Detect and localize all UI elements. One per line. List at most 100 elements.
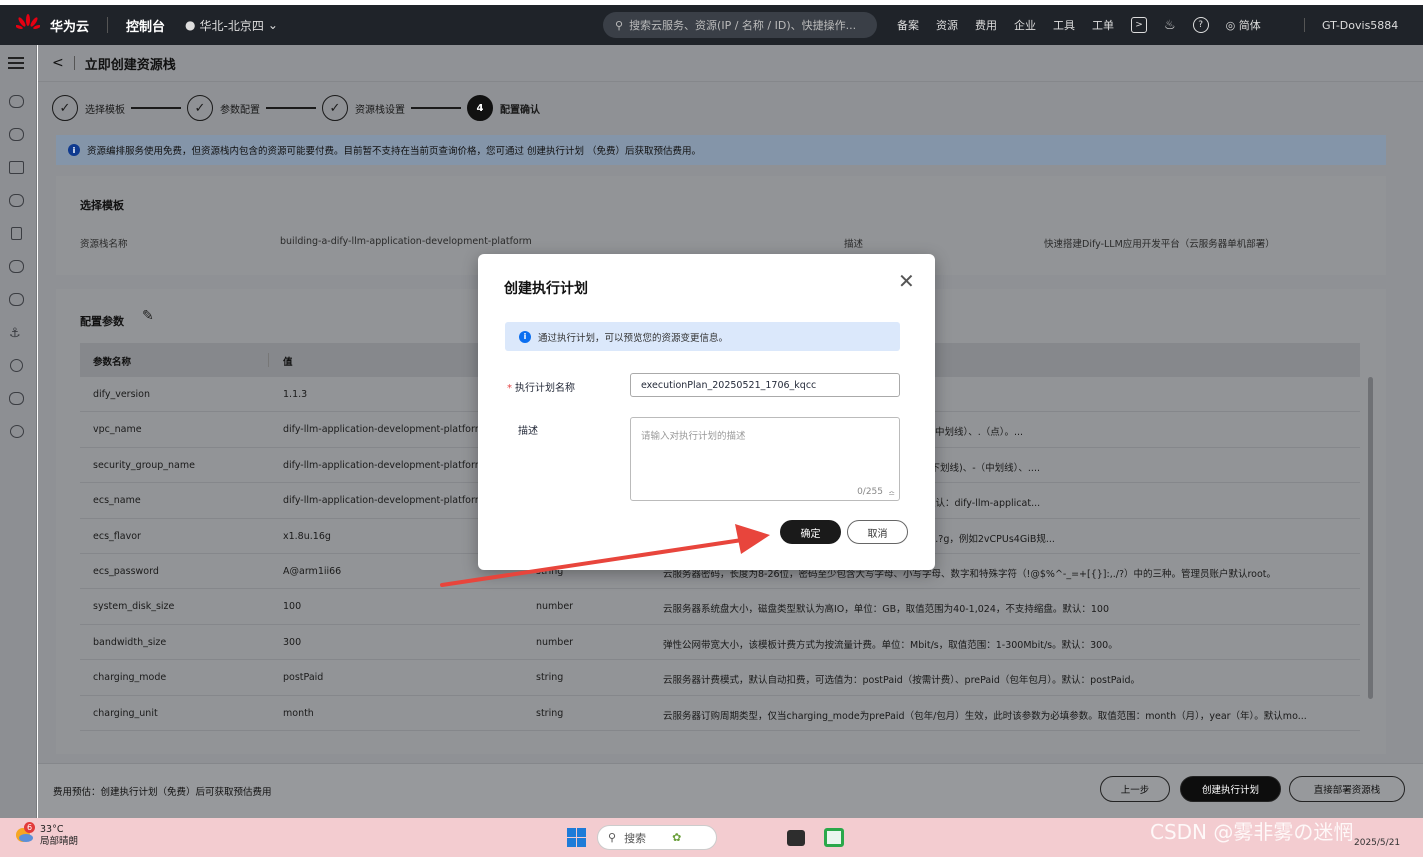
param-name-cell: charging_unit: [93, 707, 158, 719]
remote-desktop-icon[interactable]: [824, 828, 844, 847]
plan-name-label-text: 执行计划名称: [515, 383, 575, 394]
cdn-icon[interactable]: [9, 293, 24, 306]
windows-start-icon[interactable]: [567, 828, 586, 847]
param-type-cell: string: [536, 707, 564, 719]
cost-estimate-text: 费用预估：创建执行计划（免费）后可获取预估费用: [53, 787, 272, 798]
nav-enterprise[interactable]: 企业: [1014, 17, 1036, 33]
cancel-button[interactable]: 取消: [847, 520, 908, 544]
param-desc-cell: 弹性公网带宽大小，该模板计费方式为按流量计费。单位：Mbit/s，取值范围：1-…: [663, 639, 1118, 651]
param-value-cell: postPaid: [283, 672, 324, 684]
step-4-number: 4: [467, 95, 493, 121]
back-icon[interactable]: <: [52, 55, 64, 71]
divider: [73, 56, 75, 70]
ip-icon[interactable]: [10, 359, 23, 372]
menu-icon[interactable]: [8, 57, 24, 59]
plan-description-textarea[interactable]: 请输入对执行计划的描述 0/255 ≏: [630, 417, 900, 501]
table-row: charging_unit month string 云服务器订购周期类型，仅当cha…: [80, 696, 1360, 731]
resize-handle-icon[interactable]: ≏: [888, 489, 895, 498]
search-placeholder: 搜索云服务、资源(IP / 名称 / ID)、快捷操作...: [629, 19, 857, 32]
create-plan-dialog: 创建执行计划 ✕ i 通过执行计划，可以预览您的资源变更信息。 * 执行计划名称 …: [478, 254, 935, 570]
param-name-cell: ecs_flavor: [93, 530, 141, 542]
nav-tickets[interactable]: 工单: [1092, 17, 1114, 33]
search-icon: ⚲: [615, 18, 624, 32]
divider: [107, 17, 109, 33]
network-icon[interactable]: [9, 161, 24, 174]
cloud-service-icon[interactable]: [9, 95, 24, 108]
huawei-logo-icon[interactable]: [15, 14, 41, 36]
prev-step-button[interactable]: 上一步: [1100, 776, 1170, 802]
plan-name-label: * 执行计划名称: [507, 379, 575, 394]
param-name-cell: ecs_name: [93, 495, 141, 507]
param-type-cell: string: [536, 672, 564, 684]
nav-resources[interactable]: 资源: [936, 17, 958, 33]
search-icon: ⚲: [608, 831, 617, 844]
create-plan-button[interactable]: 创建执行计划: [1180, 776, 1281, 802]
table-row: charging_mode postPaid string 云服务器计费模式，默认自动…: [80, 660, 1360, 696]
globe-icon[interactable]: [10, 425, 24, 438]
step-1-check-icon: ✓: [52, 95, 78, 121]
nav-billing[interactable]: 费用: [975, 17, 997, 33]
search-highlight-icon: ✿: [672, 831, 682, 844]
description-value: 快速搭建Dify-LLM应用开发平台（云服务器单机部署）: [1044, 239, 1275, 250]
step-2-check-icon: ✓: [187, 95, 213, 121]
param-name-cell: vpc_name: [93, 424, 142, 436]
param-value-cell: month: [283, 707, 314, 719]
console-link[interactable]: 控制台: [126, 16, 165, 35]
bell-icon[interactable]: ♨: [1164, 18, 1176, 33]
task-view-icon[interactable]: [787, 830, 805, 846]
terminal-icon[interactable]: >: [1131, 17, 1147, 33]
param-name-cell: security_group_name: [93, 459, 195, 471]
deploy-stack-button[interactable]: 直接部署资源栈: [1289, 776, 1405, 802]
param-value-cell: 1.1.3: [283, 389, 308, 400]
anchor-icon[interactable]: ⚓: [9, 326, 24, 341]
weather-widget[interactable]: 33°C 局部晴朗: [40, 824, 78, 848]
edit-icon[interactable]: ✎: [142, 308, 154, 324]
notification-badge: 6: [24, 822, 35, 833]
taskbar-search[interactable]: ⚲ 搜索 ✿: [597, 825, 717, 850]
param-desc-cell: 云服务器系统盘大小，磁盘类型默认为高IO，单位：GB，取值范围为40-1,024…: [663, 604, 1110, 616]
top-navbar: 华为云 控制台 ● 华北-北京四 ⌄ ⚲ 搜索云服务、资源(IP / 名称 / ID)…: [0, 5, 1423, 45]
plan-name-input[interactable]: executionPlan_20250521_1706_kqcc: [630, 373, 900, 397]
cluster-icon[interactable]: [9, 392, 24, 405]
taskbar-search-label: 搜索: [624, 831, 647, 845]
page-header: < 立即创建资源栈: [38, 45, 1423, 82]
language-selector[interactable]: ◎ 简体: [1226, 17, 1261, 33]
user-account-menu[interactable]: GT-Dovis5884: [1322, 5, 1398, 45]
database-icon[interactable]: [11, 227, 22, 240]
plan-description-label: 描述: [518, 426, 538, 437]
param-desc-cell: 云服务器订购周期类型，仅当charging_mode为prePaid（包年/包月…: [663, 710, 1307, 722]
step-4-label: 配置确认: [500, 104, 540, 116]
notice-text: 资源编排服务使用免费，但资源栈内包含的资源可能要付费。目前暂不支持在当前页查询价…: [87, 146, 702, 157]
param-value-cell: 100: [283, 601, 302, 613]
close-icon[interactable]: ✕: [898, 269, 915, 293]
param-value-cell: A@arm1ii66: [283, 566, 342, 577]
os-taskbar: 6 33°C 局部晴朗 ⚲ 搜索 ✿ 2025/5/21 CSDN @雾非雾の迷惘: [0, 818, 1423, 857]
nav-tools[interactable]: 工具: [1053, 17, 1075, 33]
param-desc-cell: 云服务器计费模式，默认自动扣费，可选值为：postPaid（按需计费）、preP…: [663, 675, 1140, 687]
description-label: 描述: [844, 239, 864, 250]
table-scrollbar[interactable]: [1368, 377, 1373, 699]
storage-icon[interactable]: [9, 128, 24, 141]
globe-icon: ◎: [1225, 19, 1236, 32]
param-value-cell: dify-llm-application-development-platfor…: [283, 495, 478, 507]
cloud-security-icon[interactable]: [9, 260, 24, 273]
param-type-cell: number: [536, 601, 574, 613]
param-name-cell: system_disk_size: [93, 601, 175, 613]
global-search-input[interactable]: ⚲ 搜索云服务、资源(IP / 名称 / ID)、快捷操作...: [603, 12, 877, 38]
description-placeholder: 请输入对执行计划的描述: [641, 431, 746, 442]
region-selector[interactable]: ● 华北-北京四 ⌄: [185, 17, 278, 34]
param-name-cell: charging_mode: [93, 672, 167, 684]
cloud-icon[interactable]: [9, 194, 24, 207]
confirm-button[interactable]: 确定: [780, 520, 841, 544]
pricing-notice: i 资源编排服务使用免费，但资源栈内包含的资源可能要付费。目前暂不支持在当前页查…: [56, 135, 1386, 165]
brand-name[interactable]: 华为云: [50, 16, 89, 35]
region-label: 华北-北京四: [199, 18, 264, 33]
required-marker: *: [507, 383, 512, 394]
stepper: ✓ 选择模板 ✓ 参数配置 ✓ 资源栈设置 4 配置确认: [52, 95, 540, 121]
help-icon[interactable]: ?: [1192, 17, 1209, 33]
nav-beian[interactable]: 备案: [897, 17, 919, 33]
param-name-cell: bandwidth_size: [93, 636, 167, 648]
param-name-cell: ecs_password: [93, 566, 159, 577]
step-3-check-icon: ✓: [322, 95, 348, 121]
table-row: bandwidth_size 300 number 弹性公网带宽大小，该模板计费方式为…: [80, 625, 1360, 661]
